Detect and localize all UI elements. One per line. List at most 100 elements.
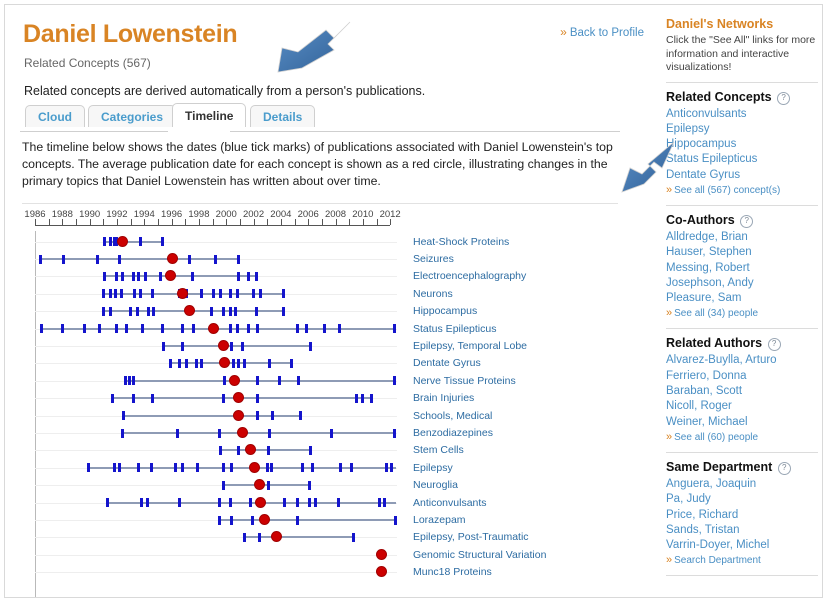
- concept-label[interactable]: Anticonvulsants: [413, 497, 487, 509]
- tab-categories[interactable]: Categories: [88, 105, 177, 127]
- concept-label[interactable]: Heat-Shock Proteins: [413, 236, 509, 248]
- help-icon[interactable]: ?: [777, 91, 791, 105]
- publication-tick: [115, 271, 119, 281]
- x-axis-tick: [198, 219, 200, 225]
- see-all-link[interactable]: » See all (567) concept(s): [666, 183, 818, 198]
- sidebar-link[interactable]: Price, Richard: [666, 508, 818, 523]
- concept-label[interactable]: Seizures: [413, 253, 454, 265]
- sidebar-divider: [666, 81, 818, 83]
- sidebar-link[interactable]: Josephson, Andy: [666, 276, 818, 291]
- timeline-row: Nerve Tissue Proteins: [22, 372, 622, 389]
- sidebar-link[interactable]: Ferriero, Donna: [666, 369, 818, 384]
- publication-tick: [108, 237, 112, 247]
- help-icon[interactable]: ?: [767, 338, 781, 352]
- timeline-row: Epilepsy, Post-Traumatic: [22, 529, 622, 546]
- publication-tick: [114, 289, 118, 299]
- publication-tick: [185, 358, 189, 368]
- see-all-link[interactable]: » Search Department: [666, 553, 818, 568]
- sidebar-link[interactable]: Weiner, Michael: [666, 415, 818, 430]
- publication-tick: [282, 306, 286, 316]
- x-axis-tick: [280, 219, 282, 225]
- help-icon[interactable]: ?: [777, 461, 791, 475]
- concept-label[interactable]: Nerve Tissue Proteins: [413, 375, 516, 387]
- concept-label[interactable]: Munc18 Proteins: [413, 566, 492, 578]
- publication-tick: [309, 445, 313, 455]
- sidebar-link[interactable]: Hauser, Stephen: [666, 245, 818, 260]
- publication-tick: [283, 498, 287, 508]
- publication-tick: [237, 254, 241, 264]
- see-all-label: See all (34) people: [674, 308, 759, 320]
- publication-tick: [256, 324, 260, 334]
- sidebar-link[interactable]: Pa, Judy: [666, 492, 818, 507]
- publication-tick: [242, 532, 246, 542]
- publication-tick: [103, 271, 107, 281]
- concept-label[interactable]: Schools, Medical: [413, 410, 492, 422]
- concept-label[interactable]: Genomic Structural Variation: [413, 549, 546, 561]
- sidebar-link[interactable]: Dentate Gyrus: [666, 168, 818, 183]
- concept-label[interactable]: Epilepsy: [413, 462, 453, 474]
- timeline-row: Epilepsy, Temporal Lobe: [22, 337, 622, 354]
- concept-label[interactable]: Lorazepam: [413, 514, 466, 526]
- publication-tick: [256, 411, 260, 421]
- x-axis-tick: [185, 219, 187, 225]
- concept-label[interactable]: Benzodiazepines: [413, 427, 493, 439]
- average-date-marker: [164, 270, 176, 282]
- sidebar-link[interactable]: Nicoll, Roger: [666, 399, 818, 414]
- publication-tick: [150, 289, 154, 299]
- publication-tick: [209, 306, 213, 316]
- publication-tick: [111, 393, 115, 403]
- publication-tick: [250, 515, 254, 525]
- sidebar-link[interactable]: Epilepsy: [666, 122, 818, 137]
- sidebar-link[interactable]: Varrin-Doyer, Michel: [666, 538, 818, 553]
- tab-timeline[interactable]: Timeline: [172, 103, 247, 127]
- sidebar-link[interactable]: Baraban, Scott: [666, 384, 818, 399]
- sidebar-link[interactable]: Status Epilepticus: [666, 152, 818, 167]
- publication-tick: [336, 498, 340, 508]
- sidebar-link[interactable]: Messing, Robert: [666, 261, 818, 276]
- concept-label[interactable]: Status Epilepticus: [413, 323, 496, 335]
- concept-label[interactable]: Neurons: [413, 288, 453, 300]
- row-gridline: [35, 485, 397, 487]
- sidebar-link[interactable]: Alvarez-Buylla, Arturo: [666, 353, 818, 368]
- sidebar-link[interactable]: Sands, Tristan: [666, 523, 818, 538]
- help-icon[interactable]: ?: [740, 214, 754, 228]
- publication-tick: [269, 463, 273, 473]
- sidebar-link[interactable]: Pleasure, Sam: [666, 291, 818, 306]
- row-gridline: [35, 554, 397, 556]
- sidebar-link[interactable]: Anguera, Joaquin: [666, 477, 818, 492]
- sidebar-link[interactable]: Anticonvulsants: [666, 107, 818, 122]
- intro-text: Related concepts are derived automatical…: [24, 84, 426, 98]
- publication-tick: [217, 498, 221, 508]
- concept-label[interactable]: Stem Cells: [413, 444, 464, 456]
- concept-label[interactable]: Neuroglia: [413, 479, 458, 491]
- timeline-row: Status Epilepticus: [22, 320, 622, 337]
- see-all-link[interactable]: » See all (60) people: [666, 430, 818, 445]
- x-axis-tick: [103, 219, 105, 225]
- publication-tick: [101, 306, 105, 316]
- concept-label[interactable]: Epilepsy, Temporal Lobe: [413, 340, 527, 352]
- publication-tick: [118, 463, 122, 473]
- concept-label[interactable]: Dentate Gyrus: [413, 357, 481, 369]
- average-date-marker: [228, 374, 240, 386]
- publication-tick: [108, 289, 112, 299]
- sidebar-link[interactable]: Alldredge, Brian: [666, 230, 818, 245]
- concept-label[interactable]: Hippocampus: [413, 305, 477, 317]
- timeline-row: Munc18 Proteins: [22, 564, 622, 581]
- publication-tick: [97, 324, 101, 334]
- tab-details[interactable]: Details: [250, 105, 316, 127]
- publication-tick: [222, 393, 225, 403]
- average-date-marker: [167, 253, 179, 265]
- publication-tick: [140, 498, 144, 508]
- concept-label[interactable]: Epilepsy, Post-Traumatic: [413, 531, 529, 543]
- x-axis-tick: [62, 219, 64, 225]
- average-date-marker: [218, 340, 229, 352]
- publication-tick: [174, 463, 178, 473]
- publication-tick: [237, 445, 241, 455]
- tab-cloud[interactable]: Cloud: [25, 105, 85, 127]
- sidebar-link[interactable]: Hippocampus: [666, 137, 818, 152]
- back-to-profile-link[interactable]: » Back to Profile: [560, 25, 644, 39]
- concept-label[interactable]: Brain Injuries: [413, 392, 474, 404]
- see-all-link[interactable]: » See all (34) people: [666, 306, 818, 321]
- concept-label[interactable]: Electroencephalography: [413, 270, 526, 282]
- x-axis-tick: [390, 219, 392, 225]
